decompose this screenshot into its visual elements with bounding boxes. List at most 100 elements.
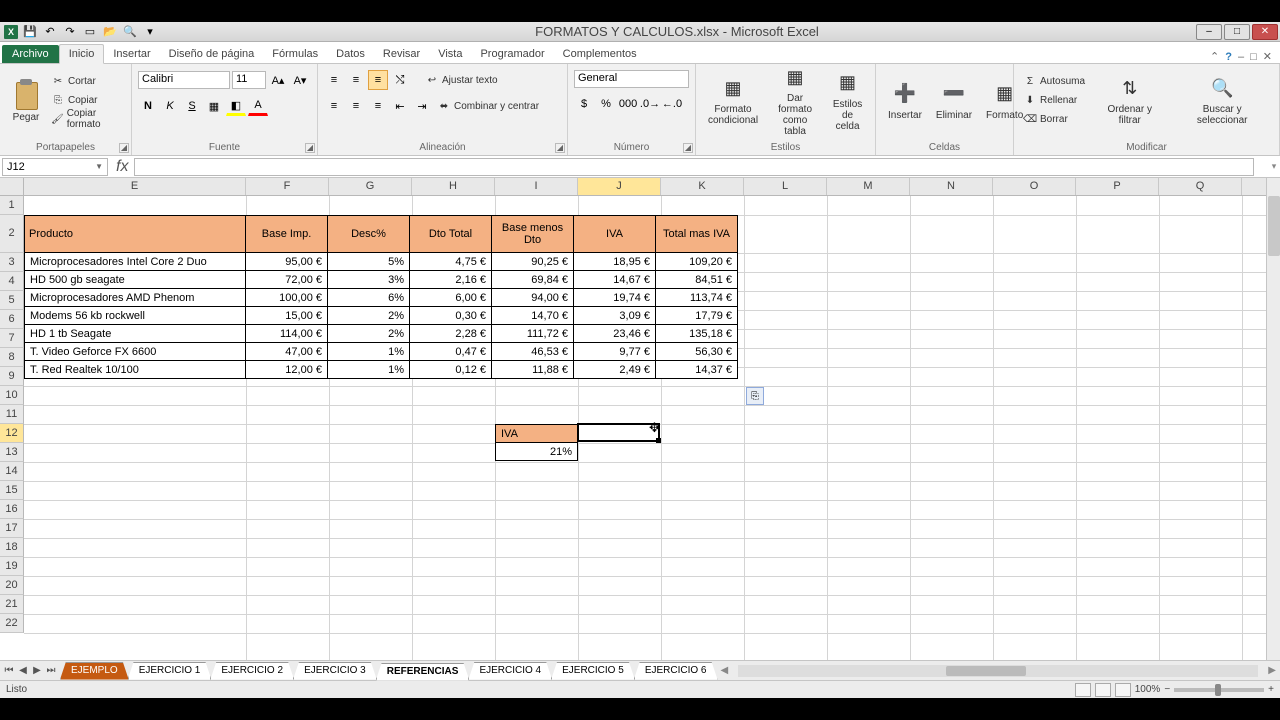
table-header[interactable]: IVA: [574, 216, 656, 253]
zoom-slider[interactable]: [1174, 688, 1264, 692]
table-cell[interactable]: 84,51 €: [656, 271, 738, 289]
table-cell[interactable]: 135,18 €: [656, 325, 738, 343]
underline-button[interactable]: S: [182, 96, 202, 116]
table-cell[interactable]: Microprocesadores AMD Phenom: [25, 289, 246, 307]
shrink-font-icon[interactable]: A▾: [290, 70, 310, 90]
table-cell[interactable]: 14,37 €: [656, 361, 738, 379]
workbook-close-icon[interactable]: ✕: [1263, 50, 1272, 63]
row-header-19[interactable]: 19: [0, 557, 24, 576]
autosum-button[interactable]: ΣAutosuma: [1020, 72, 1088, 90]
merge-center-button[interactable]: ⬌Combinar y centrar: [434, 97, 542, 115]
table-cell[interactable]: 111,72 €: [492, 325, 574, 343]
table-cell[interactable]: 6,00 €: [410, 289, 492, 307]
table-cell[interactable]: 0,30 €: [410, 307, 492, 325]
close-button[interactable]: ✕: [1252, 24, 1278, 40]
percent-format-icon[interactable]: %: [596, 94, 616, 114]
conditional-format-button[interactable]: ▦Formato condicional: [702, 70, 764, 130]
insert-cells-button[interactable]: ➕Insertar: [882, 76, 928, 125]
table-cell[interactable]: 113,74 €: [656, 289, 738, 307]
copy-button[interactable]: ⎘Copiar: [48, 91, 125, 109]
table-cell[interactable]: 3%: [328, 271, 410, 289]
fill-button[interactable]: ⬇Rellenar: [1020, 91, 1088, 109]
sheet-tab[interactable]: EJERCICIO 3: [293, 662, 377, 680]
workbook-restore-icon[interactable]: □: [1250, 51, 1257, 63]
table-cell[interactable]: 14,67 €: [574, 271, 656, 289]
cut-button[interactable]: ✂Cortar: [48, 72, 125, 90]
table-cell[interactable]: 2,28 €: [410, 325, 492, 343]
increase-indent-icon[interactable]: ⇥: [412, 96, 432, 116]
namebox-dropdown-icon[interactable]: ▼: [95, 162, 103, 171]
row-header-9[interactable]: 9: [0, 367, 24, 386]
table-cell[interactable]: 5%: [328, 253, 410, 271]
tab-inicio[interactable]: Inicio: [59, 44, 105, 64]
tab-programador[interactable]: Programador: [471, 45, 553, 63]
accounting-format-icon[interactable]: $: [574, 94, 594, 114]
col-header-Q[interactable]: Q: [1159, 178, 1242, 195]
row-header-8[interactable]: 8: [0, 348, 24, 367]
decrease-decimal-icon[interactable]: ←.0: [662, 94, 682, 114]
wrap-text-button[interactable]: ↩Ajustar texto: [422, 71, 501, 89]
workbook-minimize-icon[interactable]: –: [1238, 51, 1244, 63]
spreadsheet-grid[interactable]: EFGHIJKLMNOPQ 12345678910111213141516171…: [0, 178, 1280, 660]
table-row[interactable]: Microprocesadores Intel Core 2 Duo95,00 …: [25, 253, 738, 271]
table-cell[interactable]: 2,49 €: [574, 361, 656, 379]
grow-font-icon[interactable]: A▴: [268, 70, 288, 90]
sheet-scroll-right-icon[interactable]: ▶: [1264, 665, 1280, 676]
sort-filter-button[interactable]: ⇅Ordenar y filtrar: [1090, 70, 1169, 130]
tab-formulas[interactable]: Fórmulas: [263, 45, 327, 63]
products-table[interactable]: ProductoBase Imp.Desc%Dto TotalBase meno…: [24, 215, 738, 379]
table-cell[interactable]: 100,00 €: [246, 289, 328, 307]
normal-view-icon[interactable]: [1075, 683, 1091, 697]
col-header-N[interactable]: N: [910, 178, 993, 195]
new-icon[interactable]: ▭: [82, 24, 98, 40]
row-header-2[interactable]: 2: [0, 215, 24, 253]
alignment-dialog-icon[interactable]: ◢: [555, 143, 565, 153]
table-header[interactable]: Base Imp.: [246, 216, 328, 253]
paste-button[interactable]: Pegar: [6, 74, 46, 127]
sheet-tab[interactable]: EJEMPLO: [60, 662, 129, 680]
col-header-F[interactable]: F: [246, 178, 329, 195]
first-sheet-icon[interactable]: ⏮: [2, 665, 16, 676]
borders-button[interactable]: ▦: [204, 96, 224, 116]
table-cell[interactable]: 23,46 €: [574, 325, 656, 343]
table-cell[interactable]: 95,00 €: [246, 253, 328, 271]
col-header-I[interactable]: I: [495, 178, 578, 195]
active-cell[interactable]: [577, 423, 660, 442]
number-dialog-icon[interactable]: ◢: [683, 143, 693, 153]
col-header-L[interactable]: L: [744, 178, 827, 195]
table-header[interactable]: Producto: [25, 216, 246, 253]
delete-cells-button[interactable]: ➖Eliminar: [930, 76, 978, 125]
table-cell[interactable]: 15,00 €: [246, 307, 328, 325]
align-top-icon[interactable]: ≡: [324, 70, 344, 90]
table-cell[interactable]: HD 500 gb seagate: [25, 271, 246, 289]
table-header[interactable]: Total mas IVA: [656, 216, 738, 253]
align-left-icon[interactable]: ≡: [324, 96, 344, 116]
table-cell[interactable]: 14,70 €: [492, 307, 574, 325]
table-cell[interactable]: 72,00 €: [246, 271, 328, 289]
tab-revisar[interactable]: Revisar: [374, 45, 429, 63]
row-header-11[interactable]: 11: [0, 405, 24, 424]
table-cell[interactable]: 3,09 €: [574, 307, 656, 325]
table-cell[interactable]: 90,25 €: [492, 253, 574, 271]
minimize-ribbon-icon[interactable]: ⌃: [1210, 50, 1219, 63]
align-right-icon[interactable]: ≡: [368, 96, 388, 116]
row-header-4[interactable]: 4: [0, 272, 24, 291]
table-cell[interactable]: 114,00 €: [246, 325, 328, 343]
row-header-3[interactable]: 3: [0, 253, 24, 272]
redo-icon[interactable]: ↷: [62, 24, 78, 40]
sheet-tab[interactable]: EJERCICIO 6: [634, 662, 718, 680]
open-icon[interactable]: 📂: [102, 24, 118, 40]
format-as-table-button[interactable]: ▦Dar formato como tabla: [766, 59, 824, 141]
sheet-tab[interactable]: EJERCICIO 4: [468, 662, 552, 680]
col-header-E[interactable]: E: [24, 178, 246, 195]
table-cell[interactable]: T. Video Geforce FX 6600: [25, 343, 246, 361]
row-header-17[interactable]: 17: [0, 519, 24, 538]
col-header-J[interactable]: J: [578, 178, 661, 195]
zoom-in-icon[interactable]: +: [1268, 684, 1274, 695]
table-cell[interactable]: 18,95 €: [574, 253, 656, 271]
align-bottom-icon[interactable]: ≡: [368, 70, 388, 90]
table-row[interactable]: Modems 56 kb rockwell15,00 €2%0,30 €14,7…: [25, 307, 738, 325]
orientation-icon[interactable]: ⤭: [390, 70, 410, 90]
table-header[interactable]: Desc%: [328, 216, 410, 253]
row-header-18[interactable]: 18: [0, 538, 24, 557]
